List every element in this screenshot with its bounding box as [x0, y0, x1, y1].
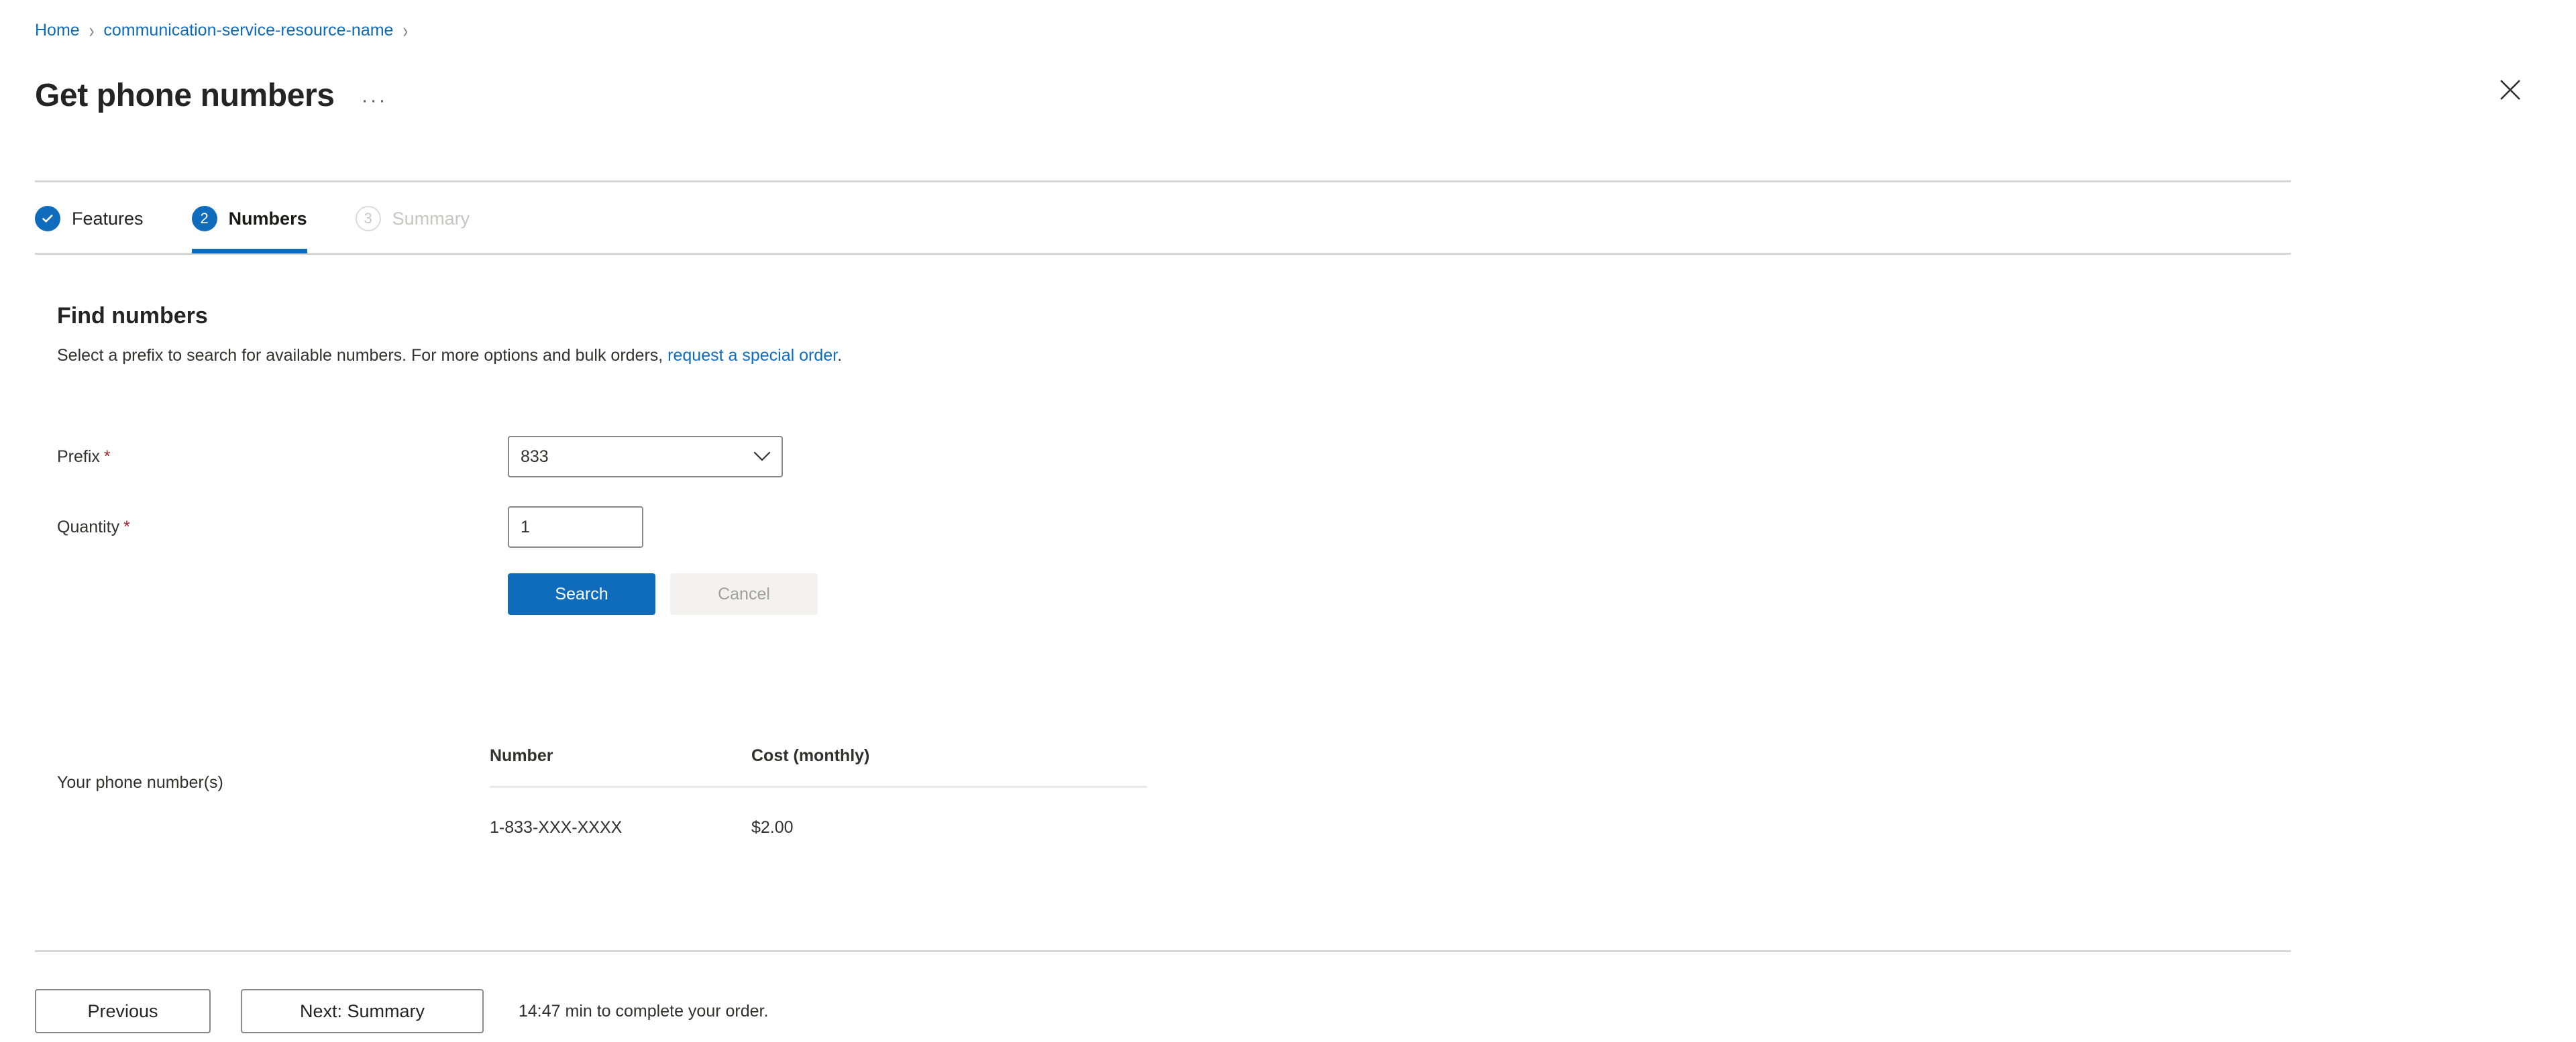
prefix-required-marker: * — [103, 447, 111, 466]
check-circle-icon — [35, 206, 60, 231]
step-number-badge-3: 3 — [355, 206, 381, 231]
tabs-divider — [35, 253, 2291, 255]
quantity-required-marker: * — [123, 518, 130, 536]
special-order-link[interactable]: request a special order — [667, 346, 837, 365]
phone-numbers-table: Number Cost (monthly) 1-833-XXX-XXXX $2.… — [490, 731, 1147, 851]
quantity-label: Quantity * — [57, 517, 508, 537]
search-button[interactable]: Search — [508, 573, 655, 615]
main-content: Find numbers Select a prefix to search f… — [57, 302, 2271, 837]
header-divider — [35, 180, 2291, 182]
section-description: Select a prefix to search for available … — [57, 345, 2271, 366]
breadcrumb-item-resource[interactable]: communication-service-resource-name — [103, 20, 393, 40]
order-timer-status: 14:47 min to complete your order. — [519, 1002, 769, 1021]
cell-cost: $2.00 — [751, 818, 794, 837]
quantity-field-row: Quantity * — [57, 506, 643, 548]
wizard-footer: Previous Next: Summary 14:47 min to comp… — [35, 989, 768, 1033]
results-label: Your phone number(s) — [57, 773, 223, 792]
breadcrumb-item-home[interactable]: Home — [35, 20, 80, 40]
breadcrumb: Home › communication-service-resource-na… — [35, 18, 417, 42]
close-icon — [2499, 78, 2522, 101]
tab-numbers[interactable]: 2 Numbers — [191, 198, 307, 253]
next-summary-button[interactable]: Next: Summary — [241, 989, 484, 1033]
tab-summary[interactable]: 3 Summary — [355, 198, 470, 239]
tab-features[interactable]: Features — [35, 198, 144, 239]
column-header-cost: Cost (monthly) — [751, 731, 1147, 788]
prefix-label-text: Prefix — [57, 447, 100, 466]
section-heading: Find numbers — [57, 303, 208, 329]
cell-number: 1-833-XXX-XXXX — [490, 818, 623, 837]
breadcrumb-separator-icon-2: › — [402, 18, 409, 42]
section-description-text: Select a prefix to search for available … — [57, 346, 668, 365]
prefix-dropdown[interactable]: 833 — [508, 436, 783, 477]
tab-features-label: Features — [72, 209, 144, 229]
quantity-input[interactable] — [508, 506, 643, 548]
search-actions: Search Cancel — [508, 573, 818, 615]
wizard-tabs: Features 2 Numbers 3 Summary — [35, 198, 470, 253]
title-row: Get phone numbers ··· — [35, 55, 390, 137]
footer-divider — [35, 950, 2291, 952]
chevron-down-icon — [752, 451, 772, 462]
more-options-icon[interactable]: ··· — [359, 90, 390, 111]
tab-summary-label: Summary — [392, 209, 470, 229]
page-title: Get phone numbers — [35, 78, 335, 114]
cancel-button: Cancel — [670, 573, 818, 615]
previous-button[interactable]: Previous — [35, 989, 211, 1033]
close-button[interactable] — [2493, 72, 2528, 107]
table-row: 1-833-XXX-XXXX $2.00 — [490, 787, 1147, 852]
column-header-number: Number — [490, 731, 751, 788]
table-header-row: Number Cost (monthly) — [490, 731, 1147, 788]
active-tab-indicator — [191, 249, 307, 253]
quantity-label-text: Quantity — [57, 518, 120, 536]
tab-numbers-label: Numbers — [228, 209, 307, 229]
section-description-period: . — [837, 346, 843, 365]
prefix-label: Prefix * — [57, 447, 508, 467]
prefix-field-row: Prefix * 833 — [57, 436, 783, 477]
step-number-badge: 2 — [191, 206, 217, 231]
prefix-selected-value: 833 — [521, 447, 549, 466]
breadcrumb-separator-icon: › — [89, 18, 95, 42]
